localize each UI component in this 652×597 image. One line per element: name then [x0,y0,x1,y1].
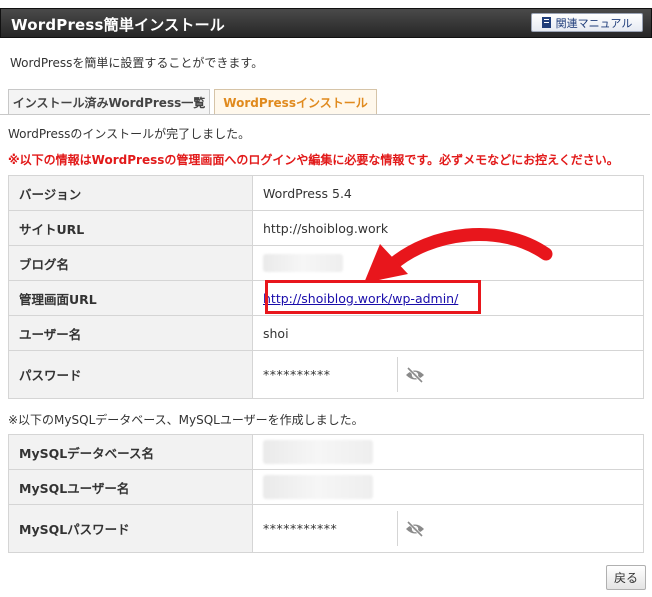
eye-slash-icon[interactable] [404,366,426,384]
divider [397,511,398,546]
table-row: バージョン WordPress 5.4 [8,175,644,211]
table-row: パスワード ********** [8,350,644,399]
mysql-password-value: *********** [252,504,644,553]
title-bar: WordPress簡単インストール 関連マニュアル [0,8,652,38]
table-row: ユーザー名 shoi [8,315,644,351]
book-icon [541,17,551,28]
username-value: shoi [252,315,644,351]
table-row: サイトURL http://shoiblog.work [8,210,644,246]
tab-wordpress-install[interactable]: WordPressインストール [214,89,377,115]
site-url-label: サイトURL [8,210,253,246]
mysql-user-value [252,469,644,505]
blurred-value [263,475,373,499]
back-button[interactable]: 戻る [606,565,646,590]
version-label: バージョン [8,175,253,211]
manual-button[interactable]: 関連マニュアル [531,13,643,32]
mysql-password-label: MySQLパスワード [8,504,253,553]
password-value: ********** [252,350,644,399]
warning-message: ※以下の情報はWordPressの管理画面へのログインや編集に必要な情報です。必… [8,153,619,167]
site-url-value: http://shoiblog.work [252,210,644,246]
password-label: パスワード [8,350,253,399]
mysql-user-label: MySQLユーザー名 [8,469,253,505]
intro-text: WordPressを簡単に設置することができます。 [10,56,264,70]
manual-button-label: 関連マニュアル [555,16,633,30]
divider [397,357,398,392]
blurred-value [263,254,343,272]
version-value: WordPress 5.4 [252,175,644,211]
password-masked: ********** [263,367,331,382]
install-complete-message: WordPressのインストールが完了しました。 [8,127,251,141]
highlight-box [265,280,481,314]
blog-name-value [252,245,644,281]
table-row: MySQLデータベース名 [8,434,644,470]
table-row: ブログ名 [8,245,644,281]
mysql-db-label: MySQLデータベース名 [8,434,253,470]
blog-name-label: ブログ名 [8,245,253,281]
tab-installed-list[interactable]: インストール済みWordPress一覧 [8,89,210,115]
tab-divider [0,114,650,115]
blurred-value [263,440,373,464]
mysql-db-value [252,434,644,470]
mysql-password-masked: *********** [263,521,338,536]
mysql-info-table: MySQLデータベース名 MySQLユーザー名 MySQLパスワード *****… [8,434,644,553]
username-label: ユーザー名 [8,315,253,351]
mysql-created-note: ※以下のMySQLデータベース、MySQLユーザーを作成しました。 [8,413,364,427]
admin-url-label: 管理画面URL [8,280,253,316]
table-row: MySQLパスワード *********** [8,504,644,553]
table-row: MySQLユーザー名 [8,469,644,505]
eye-slash-icon[interactable] [404,520,426,538]
page-title: WordPress簡単インストール [11,16,225,34]
